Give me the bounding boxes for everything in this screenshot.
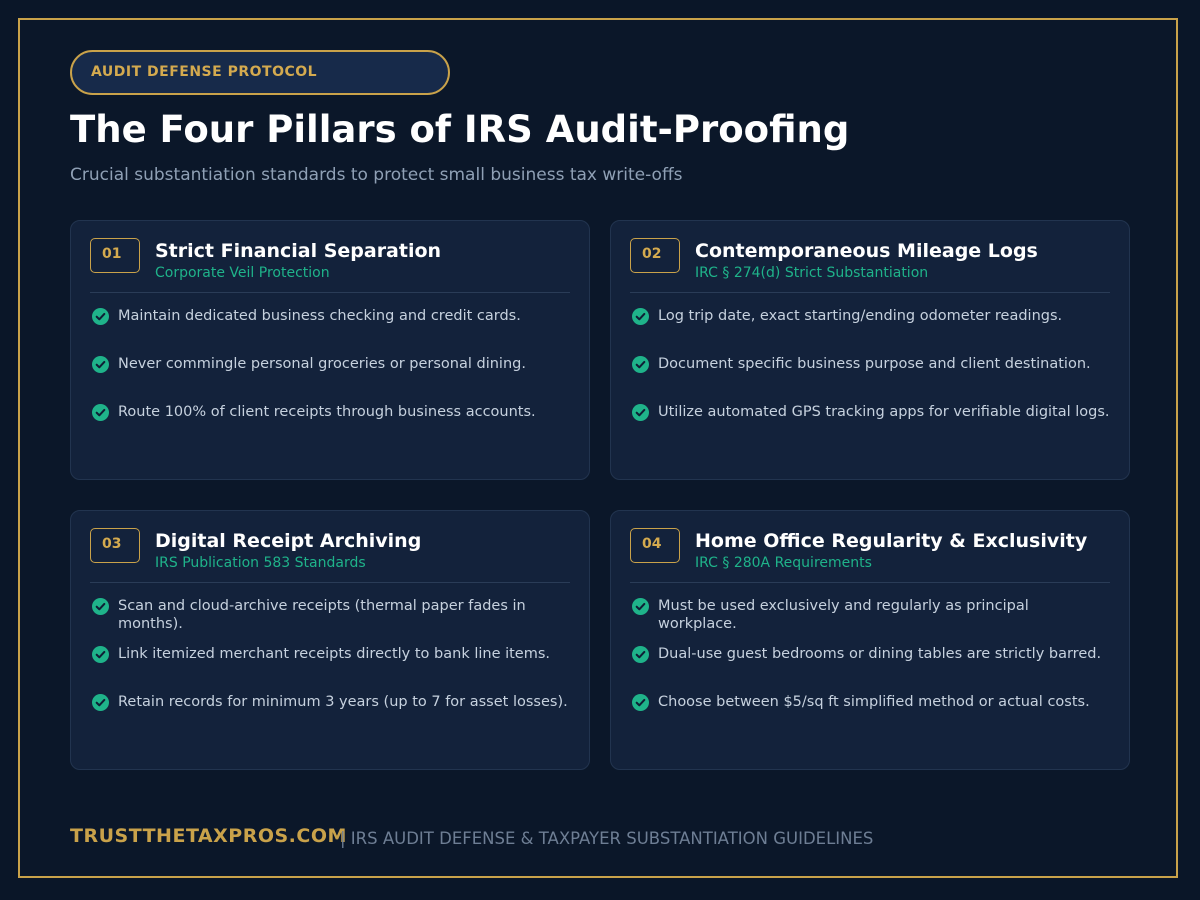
list-item-text: Maintain dedicated business checking and… (118, 308, 521, 324)
check-circle-icon (632, 308, 649, 325)
list-item-text: Never commingle personal groceries or pe… (118, 356, 526, 372)
pillar-title: Home Office Regularity & Exclusivity (695, 530, 1088, 552)
card-divider (90, 292, 570, 293)
pillar-subtitle: Corporate Veil Protection (155, 265, 330, 281)
list-item: Choose between $5/sq ft simplified metho… (630, 693, 1112, 741)
check-circle-icon (92, 308, 109, 325)
check-circle-icon (632, 404, 649, 421)
pillar-card-1: 01 Strict Financial Separation Corporate… (70, 220, 590, 480)
pillar-title: Strict Financial Separation (155, 240, 442, 262)
check-circle-icon (92, 356, 109, 373)
list-item: Link itemized merchant receipts directly… (90, 645, 572, 693)
list-item: Never commingle personal groceries or pe… (90, 355, 572, 403)
pillar-number: 01 (90, 238, 140, 273)
pillar-subtitle: IRS Publication 583 Standards (155, 555, 366, 571)
list-item: Retain records for minimum 3 years (up t… (90, 693, 572, 741)
list-item-text: Must be used exclusively and regularly a… (658, 598, 1029, 632)
card-divider (630, 582, 1110, 583)
page-title: The Four Pillars of IRS Audit-Proofing (70, 108, 850, 151)
list-item-text: Document specific business purpose and c… (658, 356, 1091, 372)
check-circle-icon (632, 694, 649, 711)
pillar-subtitle: IRC § 280A Requirements (695, 555, 872, 571)
check-circle-icon (92, 404, 109, 421)
check-circle-icon (92, 646, 109, 663)
check-circle-icon (632, 356, 649, 373)
list-item-text: Retain records for minimum 3 years (up t… (118, 694, 568, 710)
pillar-checklist: Must be used exclusively and regularly a… (630, 597, 1112, 741)
list-item: Maintain dedicated business checking and… (90, 307, 572, 355)
pillar-checklist: Scan and cloud-archive receipts (thermal… (90, 597, 572, 741)
pillar-title: Contemporaneous Mileage Logs (695, 240, 1038, 262)
footer-brand: TRUSTTHETAXPROS.COM (70, 825, 347, 847)
list-item-text: Scan and cloud-archive receipts (thermal… (118, 598, 526, 632)
page-subtitle: Crucial substantiation standards to prot… (70, 165, 683, 185)
pillar-number: 02 (630, 238, 680, 273)
pillar-checklist: Maintain dedicated business checking and… (90, 307, 572, 451)
list-item-text: Dual-use guest bedrooms or dining tables… (658, 646, 1102, 662)
pillar-card-2: 02 Contemporaneous Mileage Logs IRC § 27… (610, 220, 1130, 480)
list-item: Route 100% of client receipts through bu… (90, 403, 572, 451)
pillar-card-3: 03 Digital Receipt Archiving IRS Publica… (70, 510, 590, 770)
pillar-title: Digital Receipt Archiving (155, 530, 422, 552)
list-item: Log trip date, exact starting/ending odo… (630, 307, 1112, 355)
pillar-card-4: 04 Home Office Regularity & Exclusivity … (610, 510, 1130, 770)
card-divider (630, 292, 1110, 293)
list-item-text: Utilize automated GPS tracking apps for … (658, 404, 1110, 420)
list-item-text: Log trip date, exact starting/ending odo… (658, 308, 1063, 324)
list-item-text: Route 100% of client receipts through bu… (118, 404, 536, 420)
pillar-checklist: Log trip date, exact starting/ending odo… (630, 307, 1112, 451)
list-item: Document specific business purpose and c… (630, 355, 1112, 403)
list-item: Utilize automated GPS tracking apps for … (630, 403, 1112, 451)
check-circle-icon (92, 694, 109, 711)
list-item-text: Link itemized merchant receipts directly… (118, 646, 551, 662)
check-circle-icon (632, 598, 649, 615)
list-item: Scan and cloud-archive receipts (thermal… (90, 597, 572, 645)
pillar-subtitle: IRC § 274(d) Strict Substantiation (695, 265, 929, 281)
check-circle-icon (632, 646, 649, 663)
list-item: Must be used exclusively and regularly a… (630, 597, 1112, 645)
check-circle-icon (92, 598, 109, 615)
list-item-text: Choose between $5/sq ft simplified metho… (658, 694, 1090, 710)
pillar-number: 04 (630, 528, 680, 563)
list-item: Dual-use guest bedrooms or dining tables… (630, 645, 1112, 693)
pillar-number: 03 (90, 528, 140, 563)
card-divider (90, 582, 570, 583)
protocol-badge: AUDIT DEFENSE PROTOCOL (70, 50, 450, 95)
footer-tagline: | IRS AUDIT DEFENSE & TAXPAYER SUBSTANTI… (340, 829, 874, 848)
